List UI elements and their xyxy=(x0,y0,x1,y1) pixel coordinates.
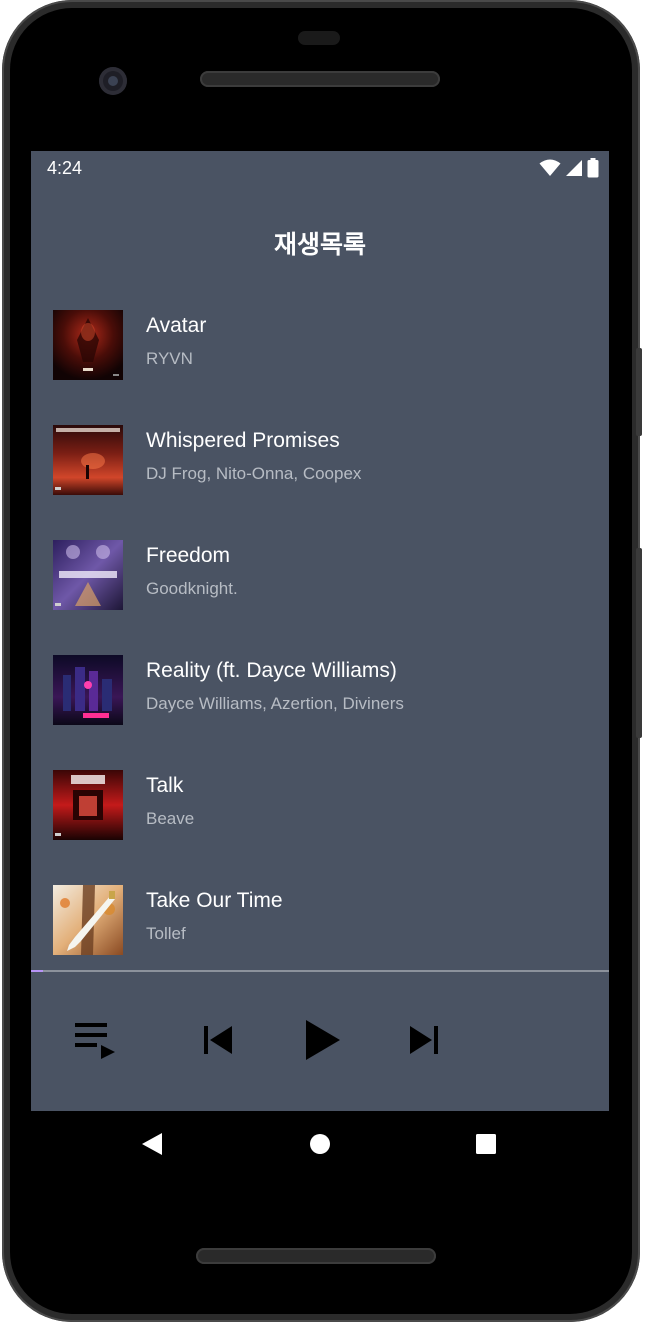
playback-progress-bar[interactable] xyxy=(31,970,609,972)
track-title: Talk xyxy=(146,774,184,797)
track-artist: DJ Frog, Nito-Onna, Coopex xyxy=(146,464,362,483)
wifi-icon xyxy=(539,159,561,177)
track-title: Reality (ft. Dayce Williams) xyxy=(146,659,397,682)
track-title: Whispered Promises xyxy=(146,429,340,452)
track-artist: Goodknight. xyxy=(146,579,238,598)
nav-back-button[interactable] xyxy=(137,1131,167,1161)
track-artist: Tollef xyxy=(146,924,186,943)
battery-icon xyxy=(587,158,599,178)
play-button[interactable] xyxy=(297,1017,347,1067)
nav-recents-button[interactable] xyxy=(471,1131,501,1161)
queue-button[interactable] xyxy=(71,1017,121,1067)
album-art xyxy=(53,540,123,610)
album-art xyxy=(53,885,123,955)
status-icons xyxy=(539,158,599,178)
track-artist: RYVN xyxy=(146,349,193,368)
status-time: 4:24 xyxy=(47,158,83,178)
track-item[interactable]: Freedom Goodknight. xyxy=(31,521,609,636)
track-title: Take Our Time xyxy=(146,889,283,912)
track-title: Avatar xyxy=(146,314,207,337)
earpiece-speaker xyxy=(200,71,440,87)
album-art xyxy=(53,655,123,725)
skip-previous-icon xyxy=(201,1023,235,1061)
playback-progress-fill xyxy=(31,970,43,972)
track-artist: Beave xyxy=(146,809,195,828)
system-navigation-bar xyxy=(31,1111,609,1179)
album-art xyxy=(53,770,123,840)
skip-next-icon xyxy=(407,1023,441,1061)
skip-previous-button[interactable] xyxy=(193,1017,243,1067)
proximity-sensor xyxy=(298,31,340,45)
app-screen: 4:24 재생목록 Avatar RYVN Whispered Promises… xyxy=(31,151,609,1111)
track-title: Freedom xyxy=(146,544,231,567)
album-art xyxy=(53,310,123,380)
recents-icon xyxy=(475,1133,497,1159)
track-item[interactable]: Reality (ft. Dayce Williams) Dayce Willi… xyxy=(31,636,609,751)
page-title: 재생목록 xyxy=(273,230,366,259)
album-art xyxy=(53,425,123,495)
status-bar: 4:24 xyxy=(31,151,609,185)
track-item[interactable]: Talk Beave xyxy=(31,751,609,866)
cellular-signal-icon xyxy=(565,159,583,177)
side-button-volume xyxy=(636,348,642,436)
skip-next-button[interactable] xyxy=(399,1017,449,1067)
play-icon xyxy=(302,1019,342,1065)
track-item[interactable]: Whispered Promises DJ Frog, Nito-Onna, C… xyxy=(31,406,609,521)
device-frame: 4:24 재생목록 Avatar RYVN Whispered Promises… xyxy=(0,0,646,1324)
player-controls xyxy=(31,973,609,1111)
playlist[interactable]: Avatar RYVN Whispered Promises DJ Frog, … xyxy=(31,291,609,971)
bottom-speaker xyxy=(196,1248,436,1264)
home-icon xyxy=(309,1133,331,1159)
track-item[interactable]: Avatar RYVN xyxy=(31,291,609,406)
track-artist: Dayce Williams, Azertion, Diviners xyxy=(146,694,404,713)
nav-home-button[interactable] xyxy=(305,1131,335,1161)
track-item[interactable]: Take Our Time Tollef xyxy=(31,866,609,971)
front-camera xyxy=(99,67,127,95)
queue-icon xyxy=(73,1019,119,1065)
back-icon xyxy=(140,1131,164,1161)
side-button-power xyxy=(636,548,642,738)
